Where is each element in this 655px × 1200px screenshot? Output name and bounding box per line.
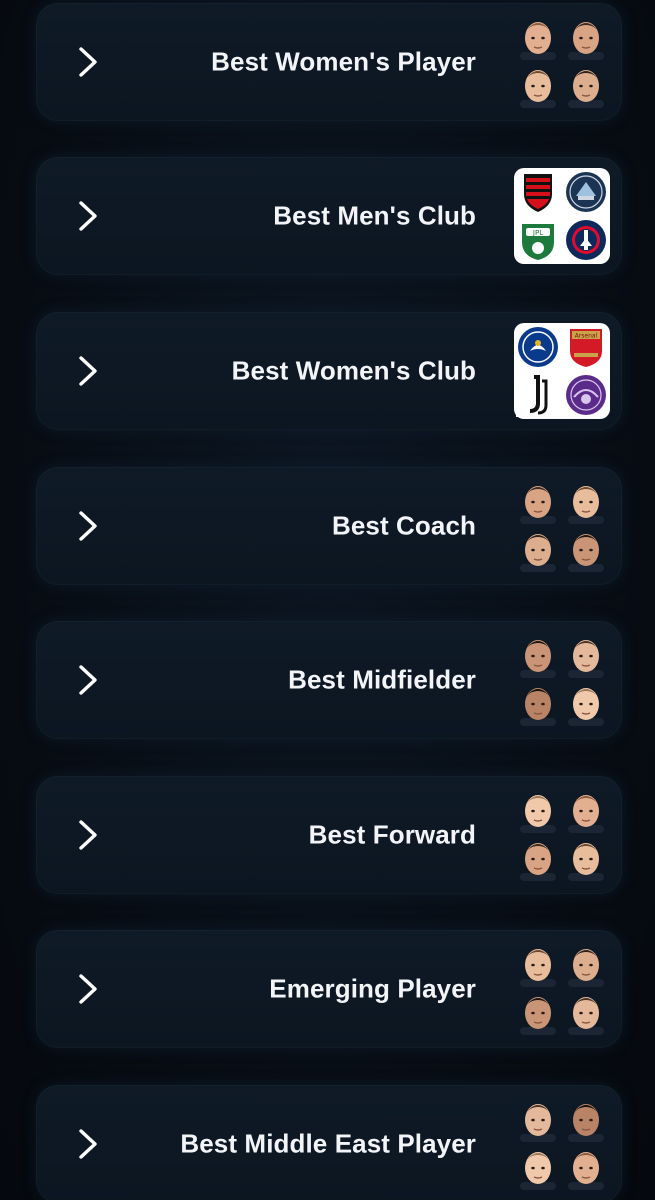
juventus-crest	[516, 373, 560, 417]
nominee-portrait	[516, 837, 560, 881]
category-card[interactable]: Best Women's Player	[36, 3, 622, 121]
nominee-portrait	[564, 528, 608, 572]
nominee-portrait	[516, 991, 560, 1035]
chevron-right-icon	[76, 972, 100, 1006]
nominee-portrait-grid	[514, 1096, 610, 1192]
club-crest-grid: Arsenal	[514, 323, 610, 419]
pachuca-crest	[564, 170, 608, 214]
nominee-portrait	[516, 1146, 560, 1190]
category-card[interactable]: Best Middle East Player	[36, 1085, 622, 1200]
category-card[interactable]: Best Midfielder	[36, 621, 622, 739]
club-crest-grid: JPL	[514, 168, 610, 264]
chelsea-crest	[516, 325, 560, 369]
category-card[interactable]: Best Men's Club JPL	[36, 157, 622, 275]
category-card[interactable]: Emerging Player	[36, 930, 622, 1048]
al-ahli-crest: JPL	[516, 218, 560, 262]
svg-text:JPL: JPL	[532, 229, 543, 237]
nominee-portrait	[564, 789, 608, 833]
nominee-portrait-grid	[514, 14, 610, 110]
chevron-right-icon	[76, 354, 100, 388]
category-card[interactable]: Best Forward	[36, 776, 622, 894]
nominee-portrait-grid	[514, 478, 610, 574]
chevron-right-icon	[76, 818, 100, 852]
category-label: Best Coach	[331, 510, 476, 541]
nominee-portrait	[564, 682, 608, 726]
nominee-portrait	[516, 64, 560, 108]
psg-crest	[564, 218, 608, 262]
nominee-portrait	[564, 991, 608, 1035]
category-label: Best Middle East Player	[180, 1128, 476, 1159]
chevron-right-icon	[76, 1127, 100, 1161]
nominee-portrait-grid	[514, 941, 610, 1037]
nominee-portrait	[516, 480, 560, 524]
nominee-portrait	[564, 1098, 608, 1142]
nominee-portrait	[516, 634, 560, 678]
nominee-portrait	[564, 1146, 608, 1190]
nominee-portrait	[516, 1098, 560, 1142]
category-label: Best Women's Club	[231, 355, 476, 386]
arsenal-crest: Arsenal	[564, 325, 608, 369]
nominee-portrait	[516, 789, 560, 833]
svg-text:Arsenal: Arsenal	[575, 333, 598, 340]
chevron-right-icon	[76, 45, 100, 79]
nominee-portrait	[564, 634, 608, 678]
nominee-portrait	[564, 480, 608, 524]
nominee-portrait	[516, 943, 560, 987]
nominee-portrait	[564, 837, 608, 881]
nominee-portrait	[516, 16, 560, 60]
nominee-portrait	[564, 943, 608, 987]
category-card[interactable]: Best Women's Club Arsenal	[36, 312, 622, 430]
nominee-portrait-grid	[514, 632, 610, 728]
award-category-list: Best Women's Player Best Men's Club JPL Bes…	[0, 0, 655, 1200]
category-card[interactable]: Best Coach	[36, 467, 622, 585]
nominee-portrait-grid	[514, 787, 610, 883]
category-label: Emerging Player	[269, 973, 476, 1004]
nominee-portrait	[516, 528, 560, 572]
category-label: Best Women's Player	[211, 46, 476, 77]
orlando-pride-crest	[564, 373, 608, 417]
category-label: Best Forward	[308, 819, 476, 850]
nominee-portrait	[516, 682, 560, 726]
category-label: Best Men's Club	[273, 200, 476, 231]
nominee-portrait	[564, 64, 608, 108]
chevron-right-icon	[76, 509, 100, 543]
category-label: Best Midfielder	[288, 664, 476, 695]
flamengo-crest	[516, 170, 560, 214]
chevron-right-icon	[76, 199, 100, 233]
chevron-right-icon	[76, 663, 100, 697]
nominee-portrait	[564, 16, 608, 60]
